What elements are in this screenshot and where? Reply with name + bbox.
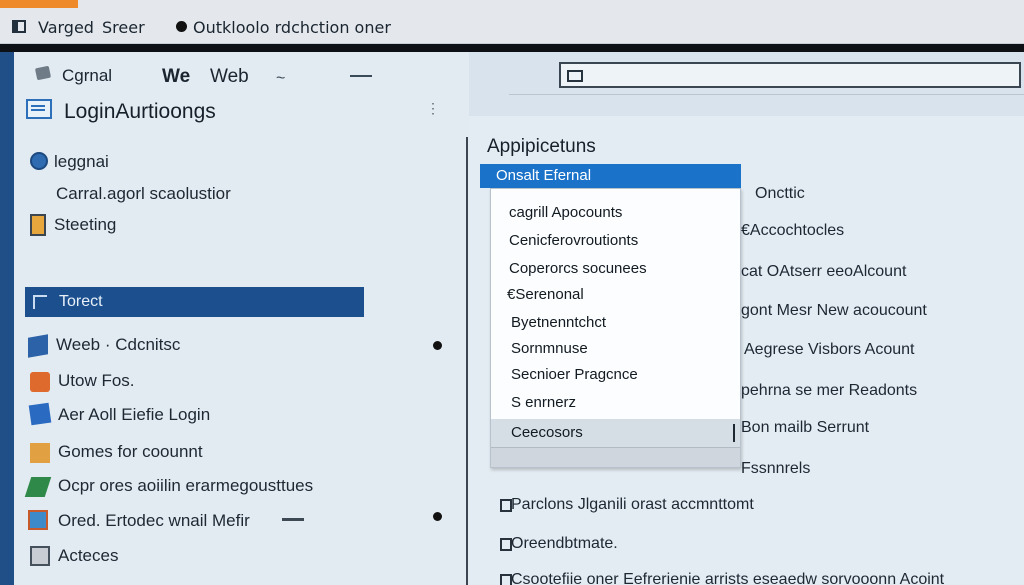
panel-title: Appipicetuns — [487, 136, 596, 157]
window-frame — [0, 52, 14, 585]
window-icon — [26, 99, 52, 119]
list-item-ored[interactable]: Ored. Ertodec wnail Mefir — [58, 511, 250, 531]
left-toolbar: Cgrnal We Web ~ — [14, 52, 469, 96]
checkbox-label: Oreendbtmate. — [511, 535, 618, 552]
dropdown-option[interactable]: €Serenonal — [491, 281, 740, 309]
dropdown-option[interactable]: Cenicferovroutionts — [491, 227, 740, 255]
shield-icon — [24, 477, 52, 497]
divider — [509, 94, 1024, 95]
dropdown-option[interactable]: S enrnerz — [491, 389, 740, 417]
dropdown-option-label: Byetnenntchct — [511, 314, 607, 331]
dropdown-option-label: Ceecosors — [511, 424, 583, 441]
toolbar-we[interactable]: We — [162, 66, 190, 88]
dropdown-option-label: cagrill Apocounts — [509, 204, 623, 221]
status-dot-icon — [433, 341, 442, 350]
dropdown-option[interactable]: Sornmnuse — [491, 335, 740, 363]
dropdown-option-label: Secnioer Pragcnce — [511, 366, 638, 383]
divider — [466, 137, 468, 585]
list-item-aer[interactable]: Aer Aoll Eiefie Login — [58, 405, 210, 425]
box-icon — [30, 443, 50, 463]
dropdown-menu: cagrill Apocounts Cenicferovroutionts Co… — [490, 188, 741, 468]
nav-item-legal[interactable]: leggnai — [54, 152, 109, 172]
checkbox-label: Parclons Jlganili orast accmnttomt — [511, 496, 754, 513]
dropdown-option-label: Sornmnuse — [511, 340, 588, 357]
app-icon — [30, 372, 50, 392]
dropdown-option[interactable]: Secnioer Pragcnce — [491, 361, 740, 389]
window-accent — [0, 0, 78, 8]
search-input[interactable] — [559, 62, 1021, 88]
list-item[interactable]: cat OAtserr eeoAlcount — [741, 263, 906, 281]
nav-item-selected-label: Torect — [59, 293, 103, 310]
list-item[interactable]: €Accochtocles — [741, 222, 844, 240]
list-item-wee[interactable]: Weeb · Cdcnitsc — [56, 335, 180, 355]
list-item-ocpr[interactable]: Ocpr ores aoiilin erarmegousttues — [58, 476, 313, 496]
dropdown-option-highlighted[interactable]: Ceecosors — [491, 419, 740, 447]
minus-icon[interactable] — [350, 75, 372, 77]
dropdown-option-label: Coperorcs socunees — [509, 260, 647, 277]
nav-item-central[interactable]: Carral.agorl scaolustior — [56, 184, 231, 204]
toolbar-web[interactable]: Web — [210, 66, 249, 88]
wavy-icon[interactable]: ~ — [276, 70, 285, 88]
dropdown-option-label: €Serenonal — [507, 286, 584, 303]
login-header: LoginAurtioongs ⋮ — [14, 96, 469, 126]
list-item[interactable]: Fssnnrels — [741, 460, 810, 478]
dropdown-option-label: S enrnerz — [511, 394, 577, 411]
dropdown-option[interactable]: Coperorcs socunees — [491, 255, 740, 283]
document-title: Outkloolo rdchction oner — [193, 18, 391, 37]
left-panel: Cgrnal We Web ~ LoginAurtioongs ⋮ leggna… — [14, 52, 469, 585]
record-dot-icon — [176, 21, 187, 32]
settings-icon — [30, 546, 50, 566]
dropdown-selected[interactable]: Onsalt Efernal — [480, 164, 741, 188]
cube-icon — [28, 402, 52, 426]
checkbox-label: Csootefiie oner Eefrerienie arrists esea… — [511, 571, 945, 585]
list-item-acces[interactable]: Acteces — [58, 546, 118, 566]
mail-icon — [28, 510, 48, 530]
store-tab[interactable]: Sreer — [102, 18, 145, 37]
list-item[interactable]: Bon mailb Serrunt — [741, 419, 869, 437]
title-bar: Varged Sreer Outkloolo rdchction oner — [0, 0, 1024, 44]
toolbar-gmail[interactable]: Cgrnal — [62, 66, 112, 86]
app-name: Varged — [38, 18, 94, 37]
more-menu-icon[interactable]: ⋮ — [426, 100, 440, 117]
globe-icon — [30, 152, 48, 170]
status-dot-icon — [433, 512, 442, 521]
list-item-gomes[interactable]: Gomes for coounnt — [58, 442, 203, 462]
list-item[interactable]: Oncttic — [755, 185, 805, 203]
list-item[interactable]: Aegrese Visbors Acount — [744, 341, 914, 359]
page-title: LoginAurtioongs — [64, 100, 216, 123]
list-item[interactable]: pehrna se mer Readonts — [741, 382, 917, 400]
folder-icon — [28, 334, 48, 358]
nav-item-setting[interactable]: Steeting — [54, 215, 116, 235]
dropdown-selected-label: Onsalt Efernal — [496, 167, 592, 184]
document-icon — [30, 214, 46, 236]
dropdown-option[interactable]: cagrill Apocounts — [491, 199, 740, 227]
dropdown-option[interactable]: Byetnenntchct — [491, 309, 740, 337]
dropdown-option-label: Cenicferovroutionts — [509, 232, 639, 249]
mail-icon — [34, 65, 52, 81]
divider — [0, 44, 1024, 52]
text-cursor — [733, 424, 735, 442]
list-item-utow[interactable]: Utow Fos. — [58, 371, 135, 391]
window-icon[interactable] — [12, 20, 26, 33]
dash-icon — [282, 518, 304, 521]
nav-item-selected[interactable]: Torect — [25, 287, 364, 317]
dropdown-footer — [491, 447, 740, 467]
list-item[interactable]: gont Mesr New acoucount — [741, 302, 927, 320]
corner-icon — [33, 295, 47, 309]
